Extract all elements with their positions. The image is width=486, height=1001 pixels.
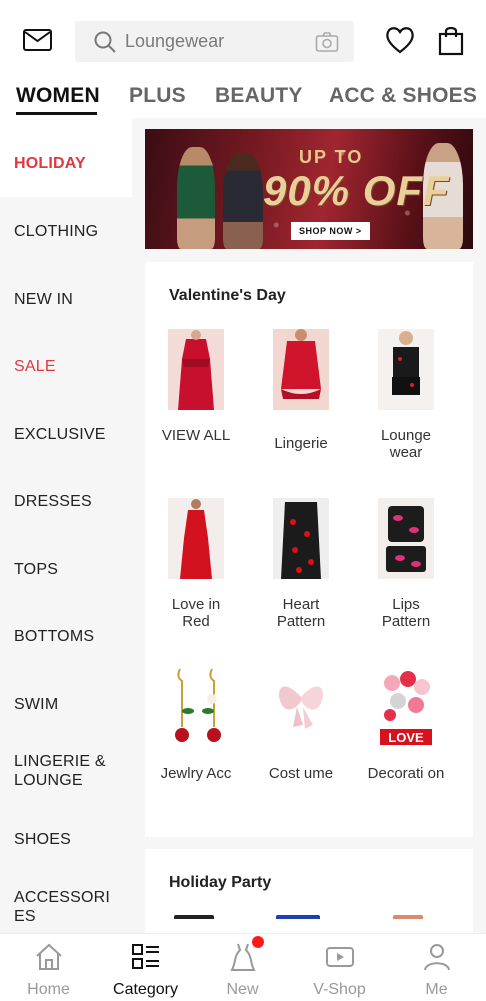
nav-label: Me [425,981,448,998]
wings-costume-thumbnail [273,667,329,748]
category-label: Lips Pattern [381,596,431,630]
product-thumbnail-peek [393,915,423,919]
shopping-bag-icon[interactable] [437,25,465,57]
category-label: Jewlry Acc [160,765,232,782]
search-icon [93,30,117,54]
nav-home[interactable]: Home [0,934,97,1001]
department-tabs: WOMEN PLUS BEAUTY ACC & SHOES [0,80,486,118]
video-shop-icon [326,947,354,967]
sidebar-item-new-in[interactable]: NEW IN [0,290,132,309]
wishlist-heart-icon[interactable] [384,25,416,55]
nav-label: New [226,981,259,998]
category-tile-heart-pattern[interactable]: Heart Pattern [261,498,341,633]
banner-model-green-dress [177,147,215,249]
category-content: UP TO 90% OFF SHOP NOW > Valentine's Day… [132,118,486,933]
category-tile-view-all[interactable]: VIEW ALL [156,329,236,464]
red-dress-thumbnail [168,498,224,579]
camera-icon[interactable] [315,31,339,53]
home-icon [36,943,62,970]
search-input[interactable]: Loungewear [125,31,224,52]
sidebar-item-sale[interactable]: SALE [0,357,132,376]
section-title: Valentine's Day [169,287,286,304]
sidebar-item-lingerie-lounge[interactable]: LINGERIE & LOUNGE [0,752,112,790]
nav-new[interactable]: New [194,934,291,1001]
red-dress-thumbnail [168,329,224,410]
category-tile-love-in-red[interactable]: Love in Red [156,498,236,633]
category-label: Lingerie [274,435,328,452]
person-icon [424,944,450,971]
sidebar-item-exclusive[interactable]: EXCLUSIVE [0,425,132,444]
nav-label: Category [113,981,178,998]
category-tile-loungewear[interactable]: Lounge wear [366,329,446,464]
sidebar-item-bottoms[interactable]: BOTTOMS [0,627,132,646]
banner-model-black-dress [223,153,263,249]
sidebar-item-dresses[interactable]: DRESSES [0,492,132,511]
heart-balloons-thumbnail: LOVE [378,667,434,748]
shop-now-button[interactable]: SHOP NOW > [291,222,370,240]
nav-label: V-Shop [313,981,366,998]
category-icon [132,944,159,969]
tab-women[interactable]: WOMEN [16,84,100,108]
sidebar-item-tops[interactable]: TOPS [0,560,132,579]
loungewear-thumbnail [378,329,434,410]
mail-icon[interactable] [22,26,54,54]
nav-v-shop[interactable]: V-Shop [291,934,388,1001]
tab-beauty[interactable]: BEAUTY [215,84,303,108]
header: Loungewear [0,0,486,80]
bottom-navigation: Home Category New V-Shop Me [0,933,486,1001]
category-tile-jewelry-acc[interactable]: Jewlry Acc [156,667,236,802]
category-tile-costume[interactable]: Cost ume [261,667,341,802]
category-label: Decorati on [367,765,445,782]
lips-pattern-thumbnail [378,498,434,579]
holiday-party-section: Holiday Party [145,849,473,933]
category-tile-lingerie[interactable]: Lingerie [261,329,341,464]
category-tile-lips-pattern[interactable]: Lips Pattern [366,498,446,633]
search-bar[interactable]: Loungewear [75,21,354,62]
valentines-section: Valentine's Day VIEW ALL Lingerie Lounge… [145,262,473,837]
section-title: Holiday Party [169,874,272,891]
nav-label: Home [27,981,70,998]
lingerie-thumbnail [273,329,329,410]
sidebar-item-holiday[interactable]: HOLIDAY [0,118,132,197]
heart-pattern-thumbnail [273,498,329,579]
tab-acc-shoes[interactable]: ACC & SHOES [329,84,477,108]
category-tile-decoration[interactable]: LOVE Decorati on [366,667,446,802]
category-sidebar: HOLIDAY CLOTHING NEW IN SALE EXCLUSIVE D… [0,118,132,933]
product-thumbnail-peek [276,915,320,919]
sidebar-item-clothing[interactable]: CLOTHING [0,222,132,241]
product-thumbnail-peek [174,915,214,919]
banner-up-to-text: UP TO [299,147,364,167]
category-label: Lounge wear [380,427,432,461]
sale-banner[interactable]: UP TO 90% OFF SHOP NOW > [145,129,473,249]
rose-earrings-thumbnail [168,667,224,748]
sidebar-item-accessories[interactable]: ACCESSORIES [0,888,116,926]
tab-plus[interactable]: PLUS [129,84,186,108]
new-notification-badge [252,936,264,948]
sidebar-item-swim[interactable]: SWIM [0,695,132,714]
svg-text:LOVE: LOVE [388,730,424,745]
nav-me[interactable]: Me [388,934,485,1001]
category-label: Heart Pattern [276,596,326,630]
banner-discount-text: 90% OFF [263,167,450,214]
category-label: Cost ume [268,765,334,782]
category-label: Love in Red [171,596,221,630]
nav-category[interactable]: Category [97,934,194,1001]
category-label: VIEW ALL [161,427,231,444]
active-tab-indicator [16,112,97,115]
sidebar-item-shoes[interactable]: SHOES [0,830,132,849]
